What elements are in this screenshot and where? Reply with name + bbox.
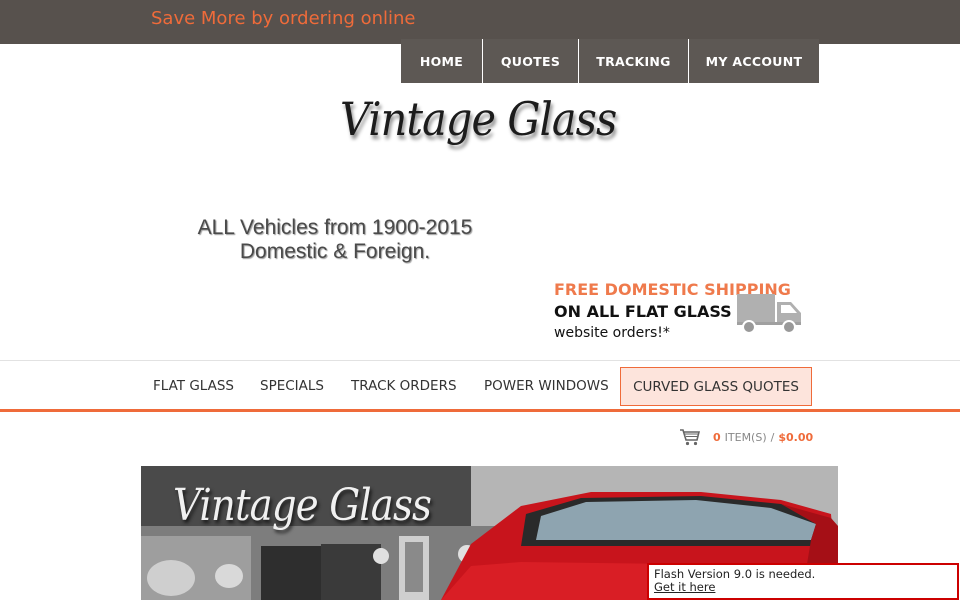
nav-home[interactable]: HOME: [401, 39, 483, 83]
nav-track-orders[interactable]: TRACK ORDERS: [351, 361, 457, 410]
nav-tracking[interactable]: TRACKING: [579, 39, 689, 83]
get-flash-link[interactable]: Get it here: [654, 580, 715, 594]
main-nav: FLAT GLASS SPECIALS TRACK ORDERS POWER W…: [0, 360, 960, 412]
site-logo[interactable]: Vintage Glass: [340, 92, 617, 146]
nav-flat-glass[interactable]: FLAT GLASS: [153, 361, 234, 410]
nav-my-account[interactable]: MY ACCOUNT: [689, 39, 819, 83]
vehicles-tagline: ALL Vehicles from 1900-2015 Domestic & F…: [165, 216, 505, 264]
cart-items-label: ITEM(S): [724, 430, 767, 444]
banner-title: Vintage Glass: [173, 480, 432, 531]
cart-total: $0.00: [778, 430, 814, 444]
nav-specials[interactable]: SPECIALS: [260, 361, 324, 410]
vehicles-line-1: ALL Vehicles from 1900-2015: [197, 216, 473, 239]
top-promo-bar: Save More by ordering online: [0, 0, 960, 44]
shopping-cart-icon: [680, 429, 700, 446]
top-nav: HOME QUOTES TRACKING MY ACCOUNT: [401, 39, 819, 83]
cart-separator: /: [770, 430, 775, 444]
curved-glass-quotes-button[interactable]: CURVED GLASS QUOTES: [620, 367, 812, 406]
truck-icon: [737, 294, 801, 334]
cart-count: 0: [713, 430, 721, 444]
flash-required-notice: Flash Version 9.0 is needed. Get it here: [647, 563, 959, 600]
promo-text: Save More by ordering online: [151, 8, 416, 29]
cart-summary[interactable]: 0 ITEM(S) / $0.00: [680, 427, 813, 447]
vehicles-line-2: Domestic & Foreign.: [239, 240, 431, 263]
nav-quotes[interactable]: QUOTES: [483, 39, 579, 83]
nav-power-windows[interactable]: POWER WINDOWS: [484, 361, 609, 410]
